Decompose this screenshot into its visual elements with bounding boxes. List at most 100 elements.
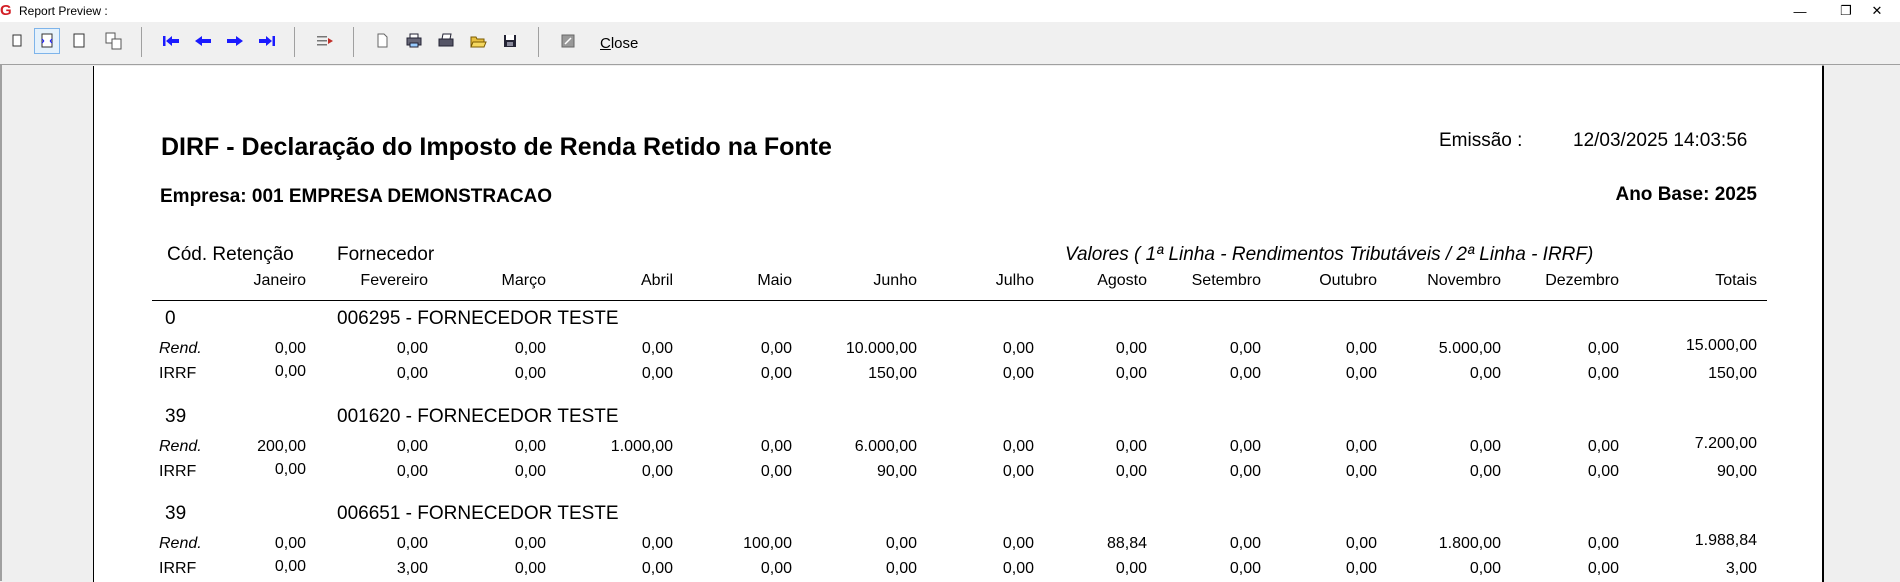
supplier-name: 001620 - FORNECEDOR TESTE bbox=[337, 406, 619, 427]
irrf-value-cell: 0,00 bbox=[1229, 560, 1261, 577]
irrf-value-cell: 0,00 bbox=[274, 461, 306, 478]
save-button[interactable] bbox=[497, 28, 523, 54]
rend-value-cell: 0,00 bbox=[514, 340, 546, 357]
rend-value-cell: 88,84 bbox=[1106, 535, 1147, 552]
last-page-icon bbox=[259, 36, 275, 46]
minimize-icon: — bbox=[1793, 3, 1807, 19]
rend-value-cell: 0,00 bbox=[1229, 340, 1261, 357]
irrf-value-cell: 0,00 bbox=[274, 558, 306, 575]
irrf-value-cell: 0,00 bbox=[396, 463, 428, 480]
report-title: DIRF - Declaração do Imposto de Renda Re… bbox=[161, 133, 832, 161]
irrf-value-cell: 0,00 bbox=[514, 463, 546, 480]
full-page-button[interactable] bbox=[66, 28, 92, 54]
header-divider bbox=[152, 300, 1767, 301]
multi-page-button[interactable] bbox=[101, 28, 127, 54]
rend-value-cell: 0,00 bbox=[641, 535, 673, 552]
new-page-button[interactable] bbox=[369, 28, 395, 54]
app-logo-icon: G bbox=[0, 2, 12, 19]
open-icon bbox=[470, 36, 487, 48]
irrf-value-cell: 3,00 bbox=[396, 560, 428, 577]
irrf-value-cell: 150,00 bbox=[868, 365, 917, 382]
rend-value-cell: 0,00 bbox=[1002, 535, 1034, 552]
emissao-value: 12/03/2025 14:03:56 bbox=[1573, 130, 1748, 151]
viewport-left-border bbox=[0, 65, 2, 581]
month-header-11: Dezembro bbox=[1545, 272, 1619, 289]
save-icon bbox=[504, 35, 516, 47]
irrf-value-cell: 0,00 bbox=[641, 560, 673, 577]
rend-value-cell: 0,00 bbox=[274, 340, 306, 357]
rend-value-cell: 0,00 bbox=[1002, 340, 1034, 357]
next-page-icon bbox=[227, 36, 243, 46]
print-setup-button[interactable] bbox=[401, 28, 427, 54]
rend-value-cell: 6.000,00 bbox=[854, 438, 917, 455]
irrf-value-cell: 0,00 bbox=[1469, 365, 1501, 382]
close-window-button[interactable]: ✕ bbox=[1854, 0, 1900, 22]
irrf-value-cell: 0,00 bbox=[641, 365, 673, 382]
full-page-icon bbox=[73, 33, 85, 48]
close-preview-button[interactable]: Close bbox=[600, 35, 638, 52]
rend-value-cell: 0,00 bbox=[1587, 438, 1619, 455]
irrf-value-cell: 0,00 bbox=[1229, 365, 1261, 382]
month-header-5: Junho bbox=[873, 272, 917, 289]
rend-value-cell: 0,00 bbox=[1115, 340, 1147, 357]
month-header-2: Março bbox=[501, 272, 546, 289]
irrf-value-cell: 0,00 bbox=[760, 365, 792, 382]
header-fornecedor: Fornecedor bbox=[337, 244, 435, 265]
next-page-button[interactable] bbox=[222, 28, 248, 54]
rend-value-cell: 0,00 bbox=[396, 438, 428, 455]
month-header-3: Abril bbox=[640, 272, 673, 289]
rend-value-cell: 0,00 bbox=[396, 535, 428, 552]
irrf-value-cell: 0,00 bbox=[1345, 463, 1377, 480]
rend-value-cell: 5.000,00 bbox=[1438, 340, 1501, 357]
toolbar-separator bbox=[353, 27, 354, 57]
first-page-icon bbox=[163, 36, 179, 46]
rend-value-cell: 0,00 bbox=[1229, 535, 1261, 552]
minimize-button[interactable]: — bbox=[1777, 0, 1823, 22]
irrf-value-cell: 0,00 bbox=[1587, 560, 1619, 577]
irrf-value-cell: 0,00 bbox=[1587, 365, 1619, 382]
single-page-button[interactable] bbox=[4, 28, 30, 54]
retention-code: 39 bbox=[165, 503, 187, 524]
multi-page-icon bbox=[105, 32, 122, 50]
previous-page-button[interactable] bbox=[190, 28, 216, 54]
window-title: Report Preview : bbox=[19, 4, 108, 18]
rend-value-cell: 10.000,00 bbox=[845, 340, 917, 357]
export-button[interactable] bbox=[555, 28, 581, 54]
toolbar-separator bbox=[294, 27, 295, 57]
window-titlebar: G Report Preview : — ❐ ✕ bbox=[0, 0, 1900, 22]
rend-value-cell: 0,00 bbox=[1345, 340, 1377, 357]
new-page-icon bbox=[377, 33, 388, 48]
toolbar: Close bbox=[0, 22, 1900, 64]
month-header-0: Janeiro bbox=[253, 272, 306, 289]
header-cod-retencao: Cód. Retenção bbox=[167, 244, 294, 265]
irrf-value-cell: 150,00 bbox=[1708, 365, 1757, 382]
irrf-value-cell: 0,00 bbox=[514, 560, 546, 577]
irrf-value-cell: 90,00 bbox=[1716, 463, 1757, 480]
rend-value-cell: 0,00 bbox=[274, 535, 306, 552]
irrf-value-cell: 0,00 bbox=[514, 365, 546, 382]
page-width-icon bbox=[41, 33, 53, 48]
first-page-button[interactable] bbox=[158, 28, 184, 54]
irrf-value-cell: 0,00 bbox=[1115, 560, 1147, 577]
irrf-value-cell: 0,00 bbox=[1002, 560, 1034, 577]
goto-page-button[interactable] bbox=[312, 28, 338, 54]
open-button[interactable] bbox=[465, 28, 491, 54]
preview-viewport[interactable]: DIRF - Declaração do Imposto de Renda Re… bbox=[0, 64, 1900, 582]
irrf-value-cell: 0,00 bbox=[760, 463, 792, 480]
close-label-accelerator: C bbox=[600, 35, 611, 52]
page-width-button[interactable] bbox=[34, 28, 60, 54]
irrf-value-cell: 0,00 bbox=[1002, 365, 1034, 382]
toolbar-separator bbox=[141, 27, 142, 57]
rend-value-cell: 0,00 bbox=[885, 535, 917, 552]
last-page-button[interactable] bbox=[254, 28, 280, 54]
irrf-value-cell: 0,00 bbox=[1345, 560, 1377, 577]
month-header-8: Setembro bbox=[1191, 272, 1261, 289]
print-button[interactable] bbox=[433, 28, 459, 54]
close-label: lose bbox=[610, 35, 639, 52]
rend-value-cell: 0,00 bbox=[641, 340, 673, 357]
irrf-value-cell: 3,00 bbox=[1725, 560, 1757, 577]
rend-value-cell: 0,00 bbox=[760, 438, 792, 455]
irrf-value-cell: 0,00 bbox=[1469, 463, 1501, 480]
rend-value-cell: 0,00 bbox=[1345, 535, 1377, 552]
print-icon bbox=[438, 33, 454, 47]
